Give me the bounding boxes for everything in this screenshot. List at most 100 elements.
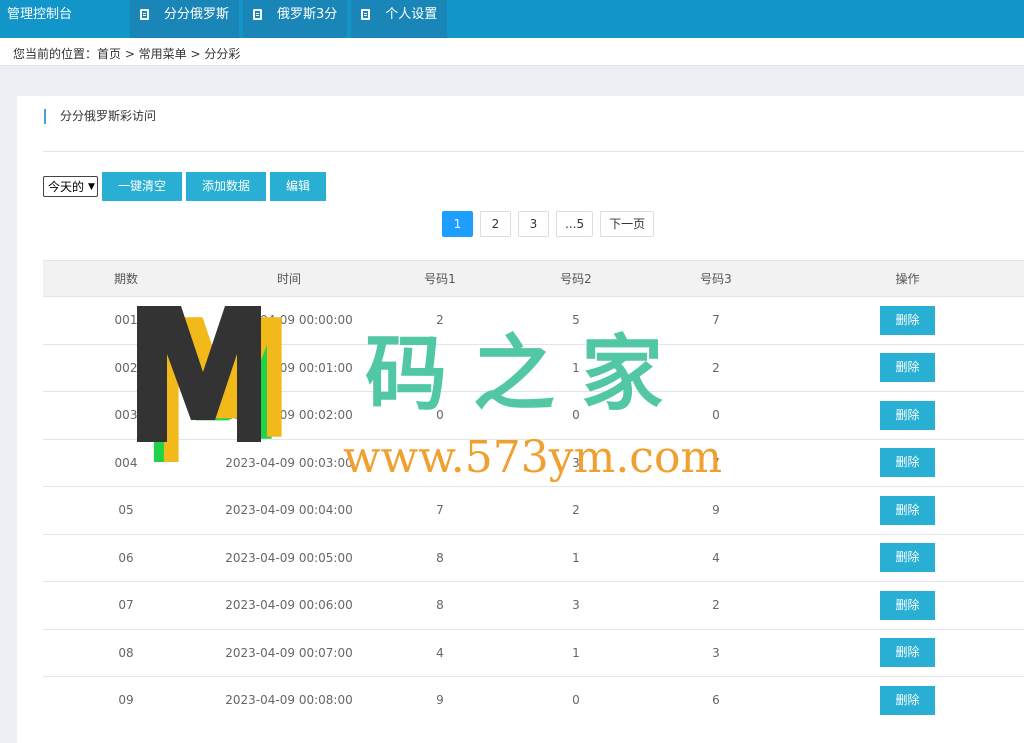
- number-1-cell: 0: [436, 408, 444, 423]
- header-time: 时间: [276, 272, 301, 286]
- time-cell: 2023-04-09 00:04:00: [225, 503, 353, 518]
- issue-cell: 004: [114, 455, 138, 470]
- delete-button[interactable]: 删除: [880, 543, 935, 573]
- table-row: 07 2023-04-09 00:06:00 8 3 2 删除: [43, 581, 1024, 629]
- page-3[interactable]: 3: [518, 211, 549, 237]
- time-cell: 2023-04-09 00:03:00: [225, 455, 353, 470]
- number-2-cell: 0: [572, 408, 580, 423]
- time-cell: 2023-04-09 00:05:00: [225, 550, 353, 565]
- table-row: 002 2023-04-09 00:01:00 1 2 删除: [43, 343, 1024, 392]
- top-nav: 分分俄罗斯 俄罗斯3分 个人设置: [130, 0, 451, 38]
- pagination: 1 2 3 ...5 下一页: [442, 211, 661, 237]
- number-2-cell: 0: [572, 693, 580, 708]
- issue-cell: 08: [118, 645, 134, 660]
- date-filter-value: 今天的: [48, 180, 85, 194]
- number-3-cell: 0: [712, 408, 720, 423]
- delete-button[interactable]: 删除: [880, 590, 935, 620]
- table-row: 08 2023-04-09 00:07:00 4 1 3 删除: [43, 628, 1024, 677]
- number-1-cell: 8: [436, 550, 444, 565]
- delete-button[interactable]: 删除: [880, 448, 935, 478]
- number-1-cell: 4: [436, 645, 444, 660]
- number-2-cell: 2: [572, 503, 580, 518]
- header-issue: 期数: [113, 272, 138, 286]
- top-bar: 管理控制台 分分俄罗斯 俄罗斯3分 个人设置: [0, 0, 1024, 38]
- number-1-cell: 9: [436, 693, 444, 708]
- header-actions: 操作: [895, 272, 920, 286]
- header-number-1: 号码1: [424, 272, 456, 286]
- nav-item-label: 分分俄罗斯: [164, 7, 230, 22]
- next-page-button[interactable]: 下一页: [600, 211, 655, 237]
- page-5[interactable]: ...5: [556, 211, 594, 237]
- nav-item-label: 个人设置: [385, 7, 438, 22]
- issue-cell: 05: [118, 503, 134, 518]
- chevron-down-icon: ▼: [88, 181, 95, 192]
- date-filter-select[interactable]: 今天的 ▼: [43, 176, 98, 197]
- content-panel: 分分俄罗斯彩访问 今天的 ▼ 一键清空 添加数据 编辑 1 2 3 ...5 下…: [17, 96, 1024, 743]
- breadcrumb-text: 您当前的位置：首页 > 常用菜单 > 分分彩: [13, 47, 241, 61]
- delete-button[interactable]: 删除: [880, 305, 935, 335]
- divider: [43, 151, 1024, 152]
- table-row: 003 2023-04-09 00:02:00 0 0 0 删除: [43, 391, 1024, 439]
- number-1-cell: 7: [436, 503, 444, 518]
- table-row: 06 2023-04-09 00:05:00 8 1 4 删除: [43, 533, 1024, 582]
- time-cell: 2023-04-09 00:00:00: [225, 313, 353, 328]
- actions-cell: 删除: [791, 677, 1024, 724]
- actions-cell: 删除: [791, 630, 1024, 677]
- issue-cell: 06: [118, 550, 134, 565]
- document-icon: [361, 9, 371, 20]
- number-2-cell: 1: [572, 550, 580, 565]
- delete-button[interactable]: 删除: [880, 685, 935, 715]
- number-3-cell: 6: [712, 693, 720, 708]
- time-cell: 2023-04-09 00:08:00: [225, 693, 353, 708]
- table-row: 09 2023-04-09 00:08:00 9 0 6 删除: [43, 676, 1024, 724]
- number-2-cell: 5: [572, 313, 580, 328]
- issue-cell: 001: [114, 313, 138, 328]
- nav-item-personal-settings[interactable]: 个人设置: [351, 0, 448, 38]
- add-data-button[interactable]: 添加数据: [185, 172, 266, 201]
- toolbar: 今天的 ▼ 一键清空 添加数据 编辑: [43, 172, 330, 201]
- delete-button[interactable]: 删除: [880, 400, 935, 430]
- number-2-cell: 1: [572, 360, 580, 375]
- issue-cell: 002: [114, 360, 138, 375]
- number-1-cell: [369, 345, 511, 392]
- page-1[interactable]: 1: [442, 211, 473, 237]
- number-3-cell: 2: [712, 598, 720, 613]
- actions-cell: 删除: [791, 440, 1024, 487]
- number-1-cell: [369, 440, 511, 487]
- panel-title: 分分俄罗斯彩访问: [44, 109, 156, 124]
- time-cell: 2023-04-09 00:02:00: [225, 408, 353, 423]
- actions-cell: 删除: [791, 487, 1024, 534]
- number-1-cell: 8: [436, 598, 444, 613]
- edit-button[interactable]: 编辑: [269, 172, 326, 201]
- table-body: 001 2023-04-09 00:00:00 2 5 7 删除 002 2023-04-09…: [43, 296, 1024, 724]
- nav-item-russia-3min[interactable]: 俄罗斯3分: [243, 0, 348, 38]
- actions-cell: 删除: [791, 582, 1024, 629]
- header-number-3: 号码3: [700, 272, 732, 286]
- actions-cell: 删除: [791, 535, 1024, 582]
- breadcrumb: 您当前的位置：首页 > 常用菜单 > 分分彩: [0, 38, 1024, 66]
- number-1-cell: 2: [436, 313, 444, 328]
- table-row: 004 2023-04-09 00:03:00 3 7 删除: [43, 438, 1024, 487]
- number-2-cell: 1: [572, 645, 580, 660]
- time-cell: 2023-04-09 00:07:00: [225, 645, 353, 660]
- table-row: 05 2023-04-09 00:04:00 7 2 9 删除: [43, 486, 1024, 534]
- header-number-2: 号码2: [560, 272, 592, 286]
- issue-cell: 003: [114, 408, 138, 423]
- page-2[interactable]: 2: [480, 211, 511, 237]
- number-2-cell: 3: [572, 598, 580, 613]
- actions-cell: 删除: [791, 392, 1024, 439]
- number-3-cell: 2: [712, 360, 720, 375]
- time-cell: 2023-04-09 00:01:00: [225, 360, 353, 375]
- number-3-cell: 7: [712, 455, 720, 470]
- delete-button[interactable]: 删除: [880, 495, 935, 525]
- time-cell: 2023-04-09 00:06:00: [225, 598, 353, 613]
- number-3-cell: 3: [712, 645, 720, 660]
- number-3-cell: 7: [712, 313, 720, 328]
- clear-all-button[interactable]: 一键清空: [101, 172, 182, 201]
- document-icon: [253, 9, 263, 20]
- table-header: 期数 时间 号码1 号码2 号码3 操作: [43, 261, 1024, 296]
- delete-button[interactable]: 删除: [880, 353, 935, 383]
- nav-item-fenfen-russia[interactable]: 分分俄罗斯: [130, 0, 240, 38]
- delete-button[interactable]: 删除: [880, 638, 935, 668]
- actions-cell: 删除: [791, 345, 1024, 392]
